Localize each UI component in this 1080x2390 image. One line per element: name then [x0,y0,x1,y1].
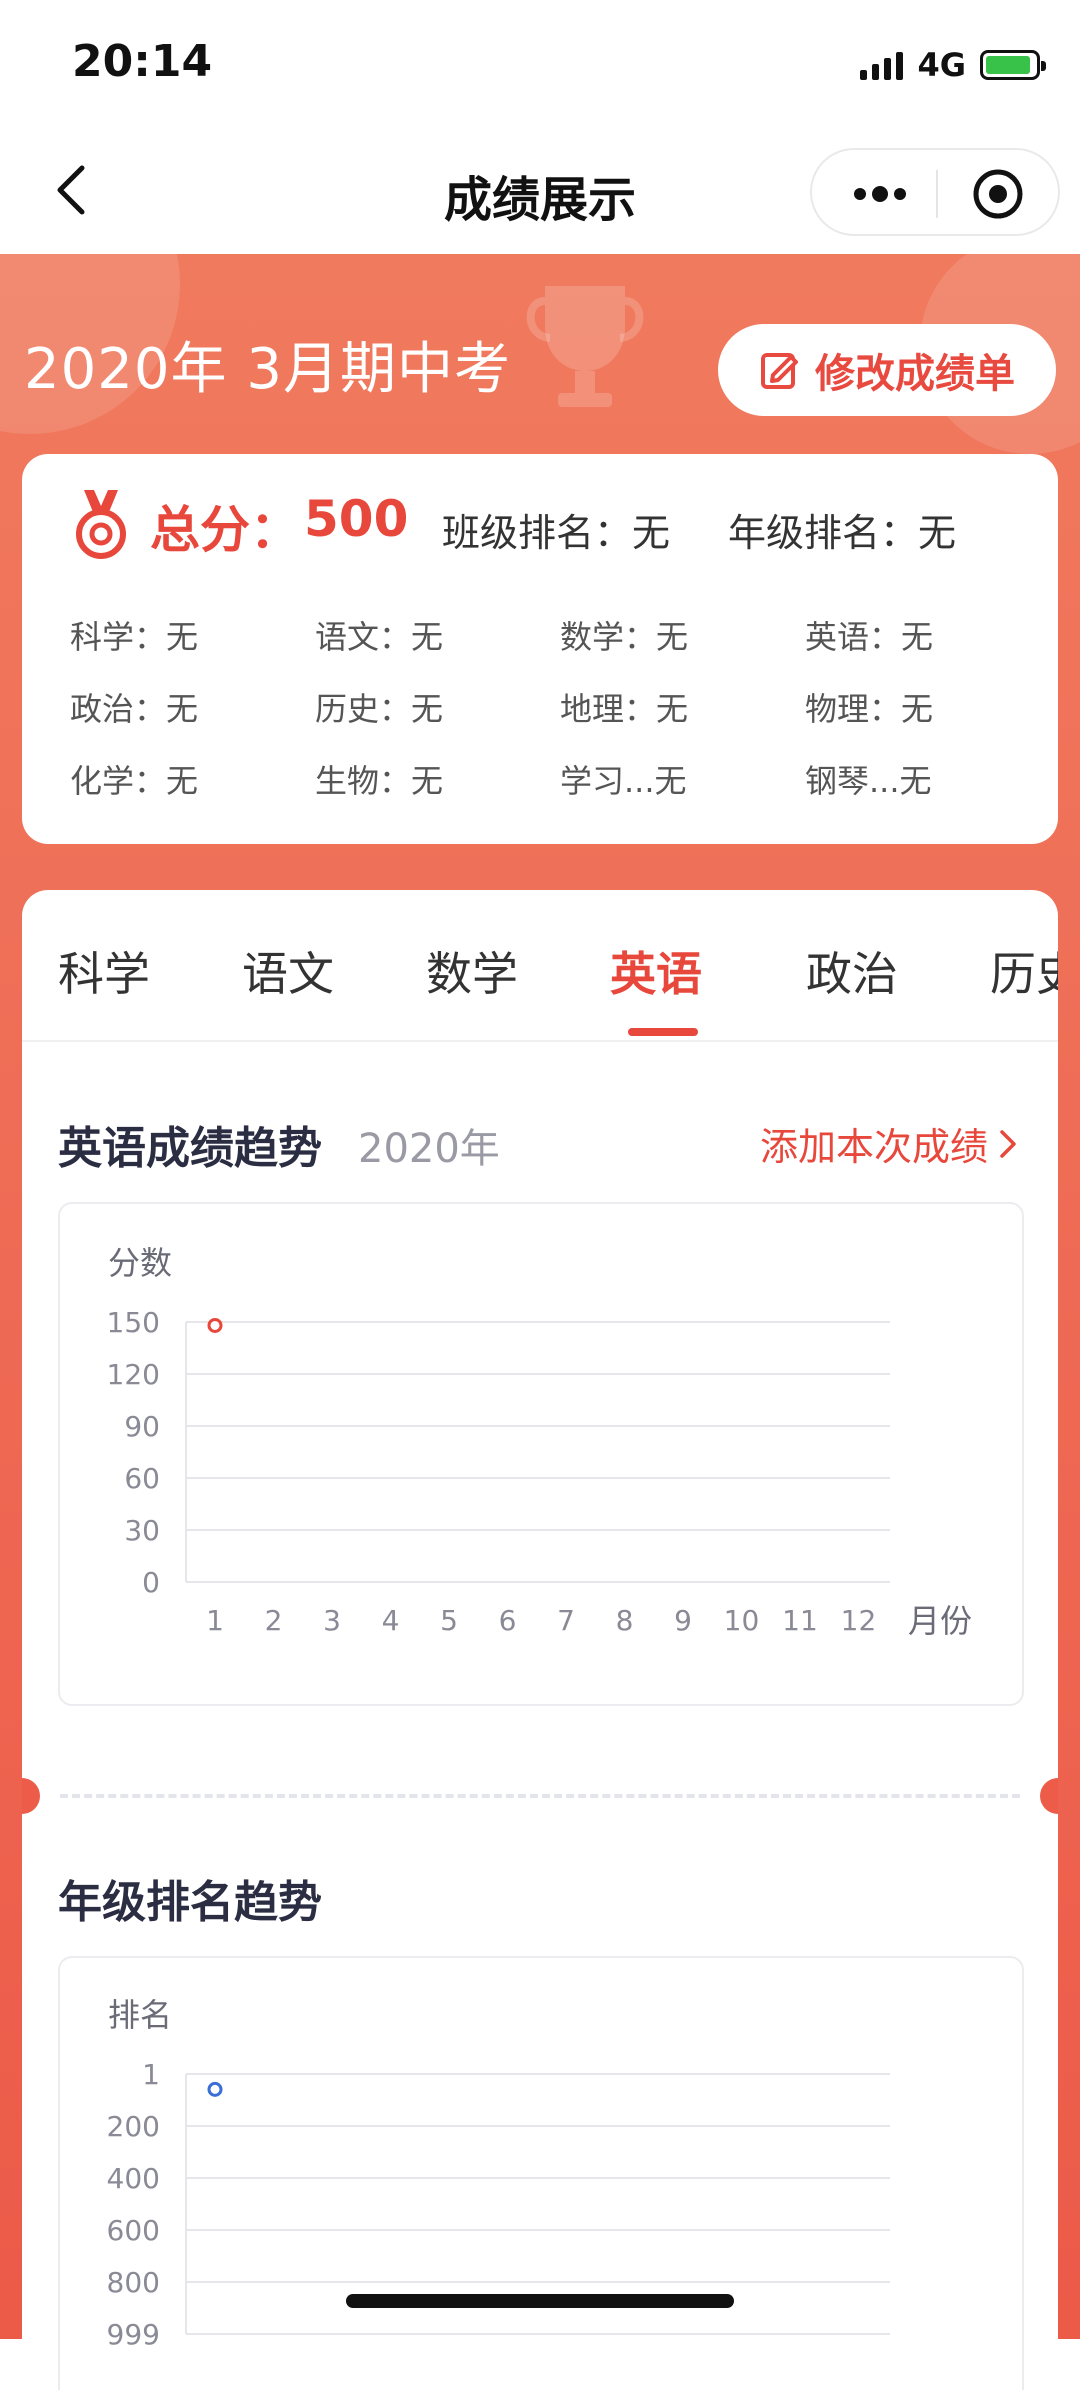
x-tick-label: 1 [206,1604,224,1637]
x-tick-label: 7 [557,1604,575,1637]
subject-score: 物理：无 [805,690,934,728]
x-tick-label: 8 [616,1604,634,1637]
signal-icon [860,50,904,80]
y-tick-label: 800 [107,2266,160,2299]
subject-score: 化学：无 [70,762,199,800]
subject-tabs: 科学 语文 数学 英语 政治 历史 [22,890,1058,1042]
subject-score: 历史：无 [315,690,444,728]
ticket-notch [1040,1778,1058,1814]
subject-detail-card: 科学 语文 数学 英语 政治 历史 英语成绩趋势 2020年 添加本次成绩 分数… [22,890,1058,2390]
subject-score: 学习...无 [560,762,687,800]
x-tick-label: 2 [265,1604,283,1637]
y-tick-label: 999 [107,2318,160,2351]
y-tick-label: 600 [107,2214,160,2247]
subject-score: 政治：无 [70,690,199,728]
exam-title: 2020年 3月期中考 [24,337,511,402]
x-axis-label: 月份 [908,1602,972,1640]
y-tick-label: 200 [107,2110,160,2143]
tab-math[interactable]: 数学 [426,938,518,1004]
edit-scores-button[interactable]: 修改成绩单 [718,324,1056,416]
class-rank: 班级排名：无 [442,511,671,555]
mini-program-capsule [810,148,1060,236]
battery-icon [980,50,1046,80]
home-indicator [346,2294,734,2308]
x-tick-label: 12 [841,1604,877,1637]
subject-score: 钢琴...无 [805,762,932,800]
status-time: 20:14 [72,36,213,87]
total-score-label: 总分： [150,501,300,559]
y-tick-label: 30 [124,1514,160,1547]
score-trend-year: 2020年 [358,1126,500,1172]
capsule-divider [936,170,938,218]
rank-chart-svg: 排名 1 200 400 600 800 999 [107,1996,890,2351]
trophy-icon [526,286,644,407]
subject-score: 地理：无 [560,690,689,728]
ticket-notch [22,1778,40,1814]
total-score-value: 500 [304,490,409,548]
score-chart-svg: 分数15012090603001 2 3 4 5 6 7 8 9 10 11 12 月份 [107,1244,972,1640]
score-trend-chart: 分数 150 120 90 60 30 0 1 2 3 4 5 6 7 8 9 10 11 12 月份 [58,1202,1024,1706]
active-tab-indicator [628,1028,698,1036]
y-tick-label: 150 [107,1306,160,1339]
data-point [207,1317,223,1333]
subject-score: 英语：无 [805,618,934,656]
x-tick-label: 11 [782,1604,818,1637]
x-tick-label: 9 [674,1604,692,1637]
medal-icon [76,490,126,559]
score-summary-card: 总分： 500 班级排名：无 年级排名：无 科学：无 语文：无 数学：无 英语：… [22,454,1058,844]
subject-score: 数学：无 [560,618,689,656]
status-indicators: 4G [860,46,1046,84]
edit-icon [761,353,798,389]
x-tick-label: 4 [382,1604,400,1637]
grade-rank: 年级排名：无 [728,511,957,555]
x-tick-label: 6 [499,1604,517,1637]
y-tick-label: 400 [107,2162,160,2195]
status-bar: 20:14 4G [0,0,1080,130]
rank-trend-chart: 排名 1 200 400 600 800 999 [58,1956,1024,2390]
subject-score: 语文：无 [315,618,444,656]
section-divider [60,1794,1020,1798]
y-tick-label: 120 [107,1358,160,1391]
edit-scores-label: 修改成绩单 [815,351,1015,397]
tab-english[interactable]: 英语 [610,938,702,1004]
x-tick-label: 3 [323,1604,341,1637]
y-axis-label: 分数 [108,1244,172,1282]
tab-chinese[interactable]: 语文 [242,938,334,1004]
x-tick-label: 5 [440,1604,458,1637]
nav-bar: 成绩展示 [0,130,1080,254]
add-score-label: 添加本次成绩 [759,1125,988,1169]
y-axis-label: 排名 [108,1996,172,2034]
score-trend-title: 英语成绩趋势 [58,1123,322,1174]
network-type: 4G [917,46,966,84]
add-score-link[interactable]: 添加本次成绩 [760,1116,1018,1171]
rank-trend-title: 年级排名趋势 [58,1877,322,1928]
y-tick-label: 1 [142,2058,160,2091]
close-circle-icon[interactable] [972,168,1024,220]
tab-science[interactable]: 科学 [58,938,150,1004]
subject-score: 生物：无 [315,762,444,800]
x-tick-label: 10 [724,1604,760,1637]
tab-politics[interactable]: 政治 [806,938,898,1004]
subject-score: 科学：无 [70,618,199,656]
more-icon[interactable] [850,174,910,214]
chevron-right-icon [1000,1129,1016,1158]
data-point [207,2081,223,2097]
tab-history[interactable]: 历史 [990,938,1058,1004]
y-tick-label: 60 [124,1462,160,1495]
y-tick-label: 90 [124,1410,160,1443]
y-tick-label: 0 [142,1566,160,1599]
